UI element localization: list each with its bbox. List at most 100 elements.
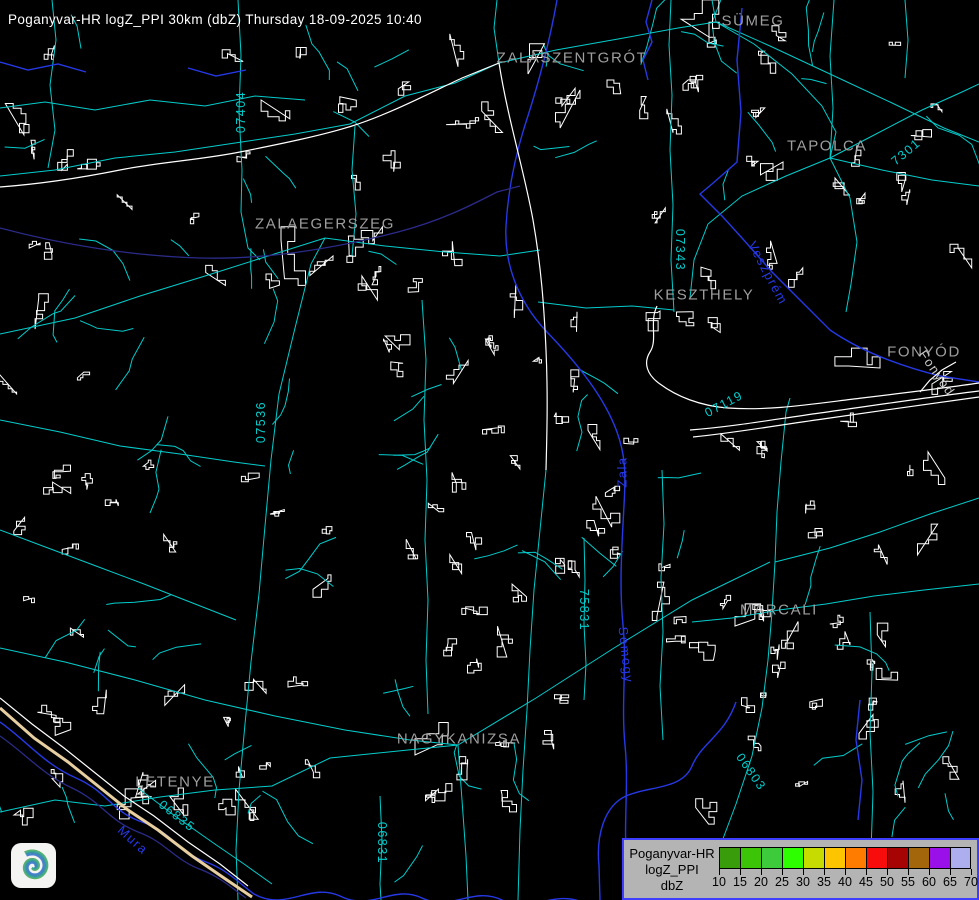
minor-road-line <box>106 594 171 604</box>
minor-road-line <box>153 644 202 660</box>
minor-road-line <box>449 338 461 370</box>
minor-road-line <box>243 179 251 203</box>
legend-tick-value: 15 <box>729 875 751 889</box>
minor-road-line <box>748 112 776 151</box>
settlement-outline <box>806 501 815 514</box>
settlement-outline <box>165 685 185 706</box>
minor-road-line <box>285 569 333 587</box>
county-border-line <box>0 186 520 258</box>
settlement-outline <box>450 555 462 574</box>
settlement-outline <box>555 695 569 704</box>
minor-road-line <box>306 25 330 80</box>
settlement-outline <box>190 213 199 224</box>
settlement-outline <box>771 644 779 659</box>
settlement-outline <box>652 208 665 223</box>
settlement-outline <box>51 770 63 788</box>
legend-tick-value: 10 <box>708 875 730 889</box>
settlement-outline <box>808 529 822 538</box>
settlement-outline <box>571 370 579 393</box>
settlement-outline <box>501 791 516 812</box>
settlement-outline <box>810 699 823 709</box>
settlement-outline <box>29 241 40 248</box>
minor-road-line <box>116 337 145 390</box>
settlement-outline <box>62 544 78 554</box>
settlement-outline <box>372 267 381 285</box>
settlement-outline <box>571 312 577 332</box>
legend-tick-value: 45 <box>855 875 877 889</box>
road-line <box>236 238 325 900</box>
road-line <box>905 0 908 78</box>
settlement-outline <box>24 597 35 603</box>
settlement-outline <box>468 659 482 673</box>
road-line <box>690 158 830 298</box>
settlement-outline <box>37 705 60 722</box>
minor-road-line <box>582 537 617 566</box>
settlement-outline <box>554 413 568 424</box>
settlement-outline <box>789 268 803 287</box>
settlement-outline <box>143 460 153 469</box>
settlement-outline <box>446 118 479 129</box>
minor-road-line <box>712 0 737 73</box>
settlement-outline <box>452 472 466 492</box>
settlement-outline <box>77 159 100 169</box>
legend-color-cell <box>782 847 803 869</box>
river-line <box>700 8 979 382</box>
town-outline <box>761 162 784 180</box>
minor-road-line <box>333 112 369 137</box>
minor-road-line <box>805 546 820 605</box>
settlement-outline <box>869 698 878 710</box>
settlement-outline <box>361 227 382 244</box>
settlement-outline <box>876 668 897 680</box>
road-line <box>779 584 979 610</box>
road-line <box>775 398 790 562</box>
minor-road-line <box>411 385 441 397</box>
minor-road-line <box>225 745 252 760</box>
settlement-outline <box>406 539 417 559</box>
settlement-outline <box>288 677 308 687</box>
settlement-outline <box>918 524 938 555</box>
minor-road-line <box>801 79 826 84</box>
settlement-outline <box>908 465 914 476</box>
legend-tick-value: 25 <box>771 875 793 889</box>
road-line <box>660 470 664 740</box>
settlement-outline <box>496 741 516 747</box>
settlement-outline <box>385 335 410 350</box>
settlement-outline <box>391 362 403 377</box>
minor-road-line <box>658 473 701 478</box>
minor-road-line <box>677 530 684 558</box>
road-line <box>0 63 499 176</box>
legend-tick-value: 65 <box>939 875 961 889</box>
river-line <box>856 700 862 820</box>
settlement-outline <box>690 76 698 92</box>
minor-road-line <box>806 0 812 66</box>
minor-road-line <box>577 395 588 452</box>
settlement-outline <box>322 527 332 534</box>
settlement-outline <box>510 456 520 469</box>
shoreline-railway-line <box>0 63 499 187</box>
river-line <box>0 62 86 72</box>
settlement-outline <box>485 339 498 355</box>
road-line <box>830 0 834 158</box>
road-line <box>518 470 546 900</box>
legend-tick-value: 20 <box>750 875 772 889</box>
legend-tick-value: 40 <box>834 875 856 889</box>
town-outline <box>415 723 448 756</box>
settlement-outline <box>44 243 52 260</box>
settlement-outline <box>902 189 910 205</box>
minor-road-line <box>171 240 189 256</box>
settlement-outline <box>408 279 422 293</box>
minor-road-line <box>474 545 517 559</box>
shoreline-railway-line <box>690 391 979 430</box>
road-line <box>380 796 382 900</box>
settlement-outline <box>117 195 132 210</box>
settlement-outline <box>398 82 410 95</box>
settlement-outline <box>859 715 878 739</box>
settlement-outline <box>14 808 33 825</box>
road-line <box>458 562 770 745</box>
settlement-outline <box>219 799 235 815</box>
town-outline <box>835 348 880 368</box>
settlement-outline <box>720 595 730 608</box>
legend-color-cell <box>929 847 950 869</box>
shoreline-railway-line <box>499 63 547 470</box>
settlement-outline <box>721 434 740 450</box>
